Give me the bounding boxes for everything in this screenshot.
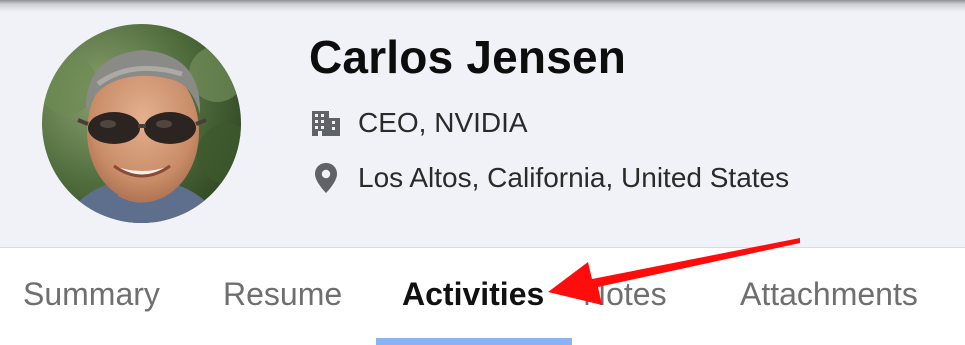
tab-notes[interactable]: Notes — [583, 276, 667, 313]
tab-summary[interactable]: Summary — [23, 276, 160, 313]
profile-title: CEO, NVIDIA — [358, 107, 528, 138]
map-pin-icon — [309, 161, 343, 195]
profile-name: Carlos Jensen — [309, 31, 627, 83]
tab-attachments[interactable]: Attachments — [740, 276, 918, 313]
avatar[interactable] — [42, 24, 241, 223]
tab-resume[interactable]: Resume — [223, 276, 342, 313]
tab-bar: Summary Resume Activities Notes Attachme… — [0, 248, 965, 345]
profile-title-row: CEO, NVIDIA — [309, 103, 528, 143]
profile-location: Los Altos, California, United States — [358, 162, 790, 193]
profile-header: Carlos Jensen CEO, NVIDIA Los Altos, Cal… — [0, 0, 965, 248]
top-shadow — [0, 0, 965, 12]
profile-location-row: Los Altos, California, United States — [309, 158, 789, 198]
active-tab-indicator — [376, 338, 572, 345]
tab-activities[interactable]: Activities — [402, 276, 544, 313]
building-icon — [309, 106, 343, 140]
